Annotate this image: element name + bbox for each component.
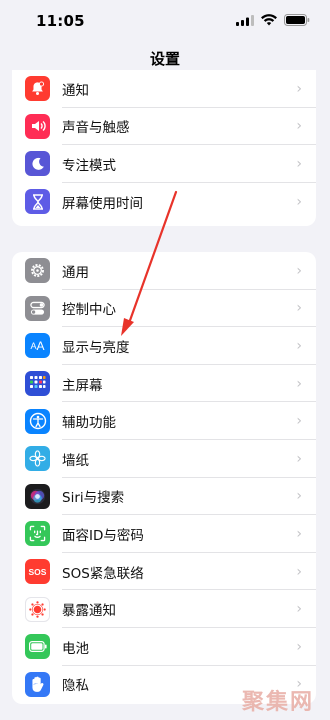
row-label: SOS紧急联络 xyxy=(62,565,144,582)
status-icons xyxy=(236,14,310,26)
row-label: 面容ID与密码 xyxy=(62,527,144,544)
speaker-icon xyxy=(25,113,50,139)
row-label: 暴露通知 xyxy=(62,603,116,620)
status-time: 11:05 xyxy=(36,12,85,30)
row-label: 电池 xyxy=(62,640,89,657)
bell-icon xyxy=(25,76,50,102)
chevron-right-icon: › xyxy=(296,525,302,542)
row-label: 通知 xyxy=(62,82,89,99)
settings-row-general[interactable]: 通用 › xyxy=(12,252,316,290)
settings-row-battery[interactable]: 电池 › xyxy=(12,628,316,666)
battery-icon xyxy=(25,634,50,660)
chevron-right-icon: › xyxy=(296,413,302,430)
row-label: 辅助功能 xyxy=(62,415,116,432)
page-title: 设置 xyxy=(149,50,180,68)
row-label: 声音与触感 xyxy=(62,120,130,137)
gear-icon xyxy=(25,258,50,284)
settings-row-focus[interactable]: 专注模式 › xyxy=(12,145,316,183)
chevron-right-icon: › xyxy=(296,300,302,317)
row-label: 主屏幕 xyxy=(62,377,103,394)
chevron-right-icon: › xyxy=(296,601,302,618)
toggles-icon xyxy=(25,295,50,321)
chevron-right-icon: › xyxy=(296,193,302,210)
chevron-right-icon: › xyxy=(296,488,302,505)
row-label: 显示与亮度 xyxy=(62,339,130,356)
settings-row-control-center[interactable]: 控制中心 › xyxy=(12,290,316,328)
wifi-icon xyxy=(261,14,277,26)
chevron-right-icon: › xyxy=(296,638,302,655)
settings-row-accessibility[interactable]: 辅助功能 › xyxy=(12,402,316,440)
row-label: 控制中心 xyxy=(62,302,116,319)
row-label: 专注模式 xyxy=(62,157,116,174)
chevron-right-icon: › xyxy=(296,375,302,392)
hand-icon xyxy=(25,671,50,697)
chevron-right-icon: › xyxy=(296,80,302,97)
settings-row-notifications[interactable]: 通知 › xyxy=(12,70,316,108)
signal-icon xyxy=(236,14,254,26)
settings-group-2: 通用 › 控制中心 › AA 显示与亮度 › 主屏幕 › 辅助功能 › 墙纸 ›… xyxy=(12,252,316,704)
grid-icon xyxy=(25,371,50,397)
chevron-right-icon: › xyxy=(296,450,302,467)
settings-row-sos[interactable]: SOS SOS紧急联络 › xyxy=(12,553,316,591)
status-bar: 11:05 xyxy=(0,0,330,40)
sos-icon: SOS xyxy=(25,559,50,585)
row-label: 通用 xyxy=(62,264,89,281)
settings-row-siri[interactable]: Siri与搜索 › xyxy=(12,478,316,516)
chevron-right-icon: › xyxy=(296,155,302,172)
row-label: 屏幕使用时间 xyxy=(62,195,143,212)
settings-group-1: 通知 › 声音与触感 › 专注模式 › 屏幕使用时间 › xyxy=(12,70,316,226)
chevron-right-icon: › xyxy=(296,563,302,580)
exposure-icon xyxy=(25,596,50,622)
settings-row-screen-time[interactable]: 屏幕使用时间 › xyxy=(12,183,316,221)
row-label: 墙纸 xyxy=(62,452,89,469)
accessibility-icon xyxy=(25,408,50,434)
siri-icon xyxy=(25,483,50,509)
settings-row-exposure[interactable]: 暴露通知 › xyxy=(12,590,316,628)
row-label: 隐私 xyxy=(62,678,89,695)
battery-status-icon xyxy=(284,14,310,26)
text-size-icon: AA xyxy=(25,333,50,359)
chevron-right-icon: › xyxy=(296,337,302,354)
row-label: Siri与搜索 xyxy=(62,490,125,507)
settings-row-faceid[interactable]: 面容ID与密码 › xyxy=(12,515,316,553)
settings-row-display[interactable]: AA 显示与亮度 › xyxy=(12,327,316,365)
settings-row-home-screen[interactable]: 主屏幕 › xyxy=(12,365,316,403)
hourglass-icon xyxy=(25,189,50,215)
settings-row-sounds[interactable]: 声音与触感 › xyxy=(12,108,316,146)
chevron-right-icon: › xyxy=(296,118,302,135)
chevron-right-icon: › xyxy=(296,262,302,279)
watermark-logo: 聚集网 xyxy=(241,689,314,715)
faceid-icon xyxy=(25,521,50,547)
settings-row-wallpaper[interactable]: 墙纸 › xyxy=(12,440,316,478)
moon-icon xyxy=(25,151,50,177)
flower-icon xyxy=(25,446,50,472)
